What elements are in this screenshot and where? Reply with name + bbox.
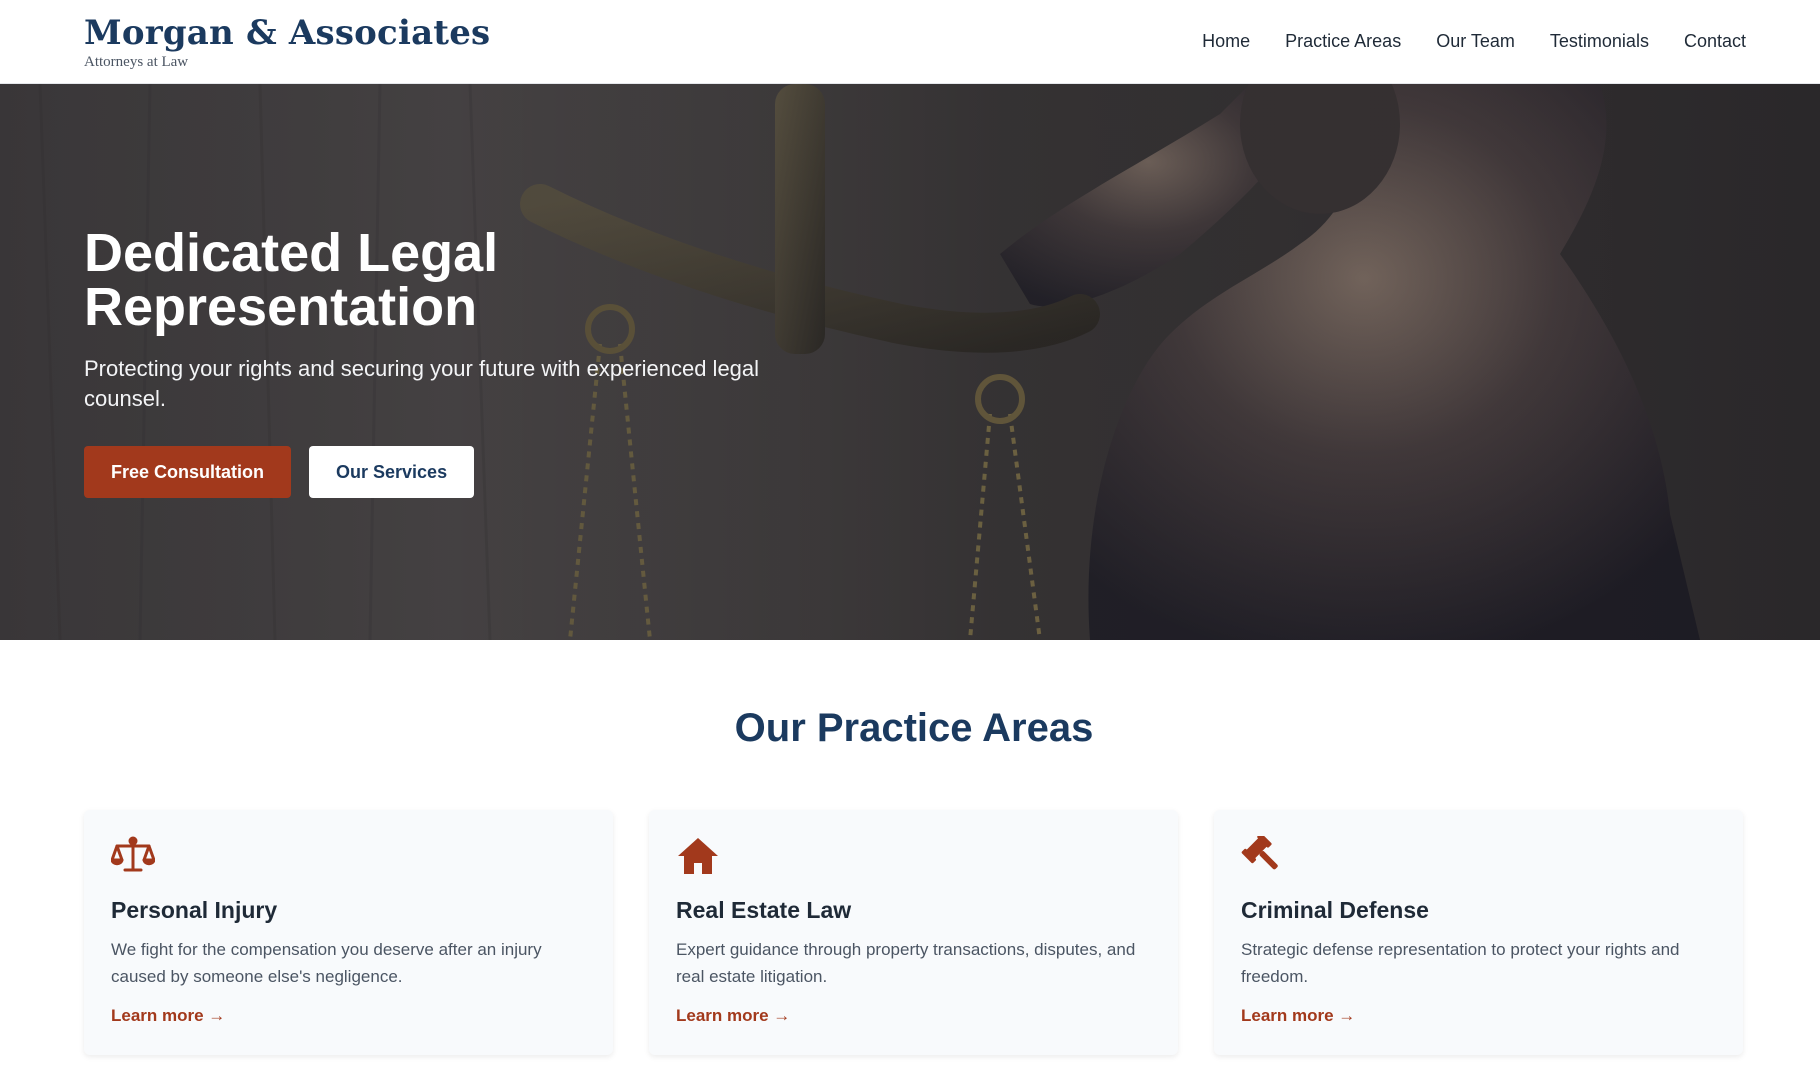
practice-cards: Personal Injury We fight for the compens… [84,810,1744,1055]
hero-subtitle: Protecting your rights and securing your… [84,356,760,411]
our-services-button[interactable]: Our Services [309,446,475,498]
brand-name: Morgan & Associates [84,12,491,53]
hero-section: Dedicated Legal Representation Protectin… [0,84,1820,640]
learn-more-link[interactable]: Learn more → [1241,1006,1355,1026]
practice-card-real-estate: Real Estate Law Expert guidance through … [649,810,1178,1055]
learn-more-link[interactable]: Learn more → [676,1006,790,1026]
brand[interactable]: Morgan & Associates Attorneys at Law [84,14,490,70]
nav-contact[interactable]: Contact [1684,31,1746,52]
card-title: Personal Injury [111,897,278,923]
practice-card-personal-injury: Personal Injury We fight for the compens… [84,810,613,1055]
nav-practice-areas[interactable]: Practice Areas [1285,31,1401,52]
practice-card-criminal-defense: Criminal Defense Strategic defense repre… [1214,810,1743,1055]
practice-areas-title: Our Practice Areas [734,706,1094,750]
hero-title: Dedicated Legal Representation [84,223,499,337]
site-header: Morgan & Associates Attorneys at Law Hom… [0,0,1820,84]
free-consultation-button[interactable]: Free Consultation [84,446,292,498]
hero-buttons: Free Consultation Our Services [84,446,804,498]
gavel-icon [1241,833,1278,870]
nav-our-team[interactable]: Our Team [1436,31,1515,52]
house-icon [678,838,718,874]
brand-tagline: Attorneys at Law [84,53,189,70]
scales-icon [110,836,156,872]
hero-content: Dedicated Legal Representation Protectin… [84,226,804,498]
card-description: We fight for the compensation you deserv… [111,940,542,986]
card-description: Expert guidance through property transac… [676,940,1136,986]
main-nav: Home Practice Areas Our Team Testimonial… [1202,31,1746,52]
learn-more-link[interactable]: Learn more → [111,1006,225,1026]
nav-home[interactable]: Home [1202,31,1250,52]
card-title: Real Estate Law [676,897,852,923]
card-title: Criminal Defense [1241,897,1429,923]
nav-testimonials[interactable]: Testimonials [1550,31,1649,52]
card-description: Strategic defense representation to prot… [1241,940,1680,986]
